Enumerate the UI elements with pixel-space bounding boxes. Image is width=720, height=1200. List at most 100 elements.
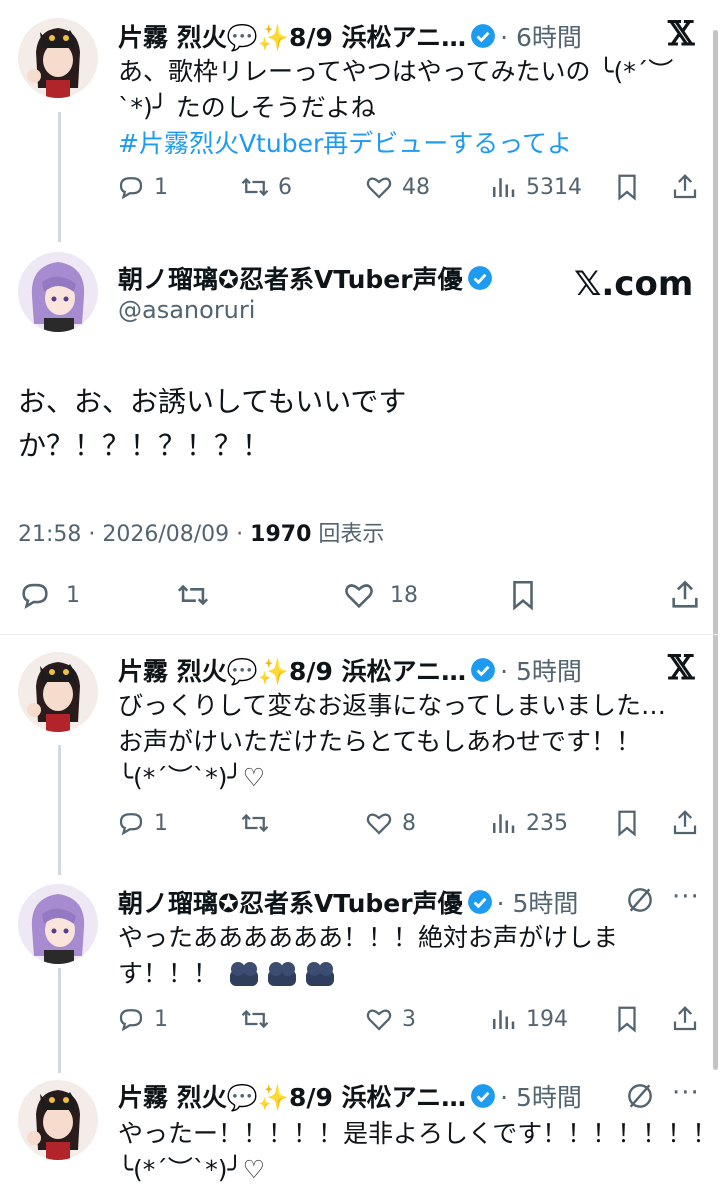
x-com-brand: 𝕏.com [574,264,694,304]
like-button[interactable]: 3 [364,1004,416,1034]
retweet-button[interactable] [240,808,270,838]
retweet-button[interactable]: 6 [240,172,292,202]
tweet-header: 片霧 烈火💬✨8/9 浜松アニ… · 5時間 [118,652,582,688]
reply-button[interactable]: 1 [18,578,80,612]
bookmark-button[interactable] [612,1004,642,1034]
verified-badge-icon [471,658,496,682]
more-options-icon[interactable]: ··· [672,882,700,912]
hashtag-link[interactable]: #片霧烈火Vtuber再デビューするってよ [118,126,673,162]
like-count: 8 [402,810,416,836]
avatar[interactable] [18,884,98,964]
tweet-text: やったああああああ！！！絶対お声がけしま す！！！ [118,923,619,988]
display-name[interactable]: 片霧 烈火💬✨8/9 浜松アニ… [118,1078,466,1114]
heart-icon [366,1009,392,1031]
retweet-button[interactable] [240,1004,270,1034]
reply-button[interactable]: 1 [116,172,168,202]
bookmark-icon [618,1006,636,1033]
share-icon [673,1006,697,1031]
grok-icon[interactable] [624,1080,656,1116]
tweet-time[interactable]: · 5時間 [497,884,579,920]
bookmark-icon [513,580,533,611]
retweet-button[interactable] [176,578,210,612]
views-button[interactable]: 235 [488,808,568,838]
reply-icon [119,177,143,200]
views-count: 194 [526,1006,568,1032]
views-count: 235 [526,810,568,836]
display-name[interactable]: 朝ノ瑠璃✪忍者系VTuber声優 [118,884,463,920]
tweet-header: 片霧 烈火💬✨8/9 浜松アニ… · 6時間 [118,18,582,54]
user-handle[interactable]: @asanoruri [118,296,255,324]
avatar[interactable] [18,1080,98,1160]
views-count: 5314 [526,174,582,200]
divider [0,634,720,635]
tweet-text: びっくりして変なお返事になってしまいました… お声がけいただけたらとてもしあわせ… [118,691,667,792]
reply-count: 1 [154,1006,168,1032]
reply-icon [119,1009,143,1032]
reply-icon [22,583,48,610]
reply-button[interactable]: 1 [116,1004,168,1034]
retweet-count: 6 [278,174,292,200]
scrollbar[interactable] [713,30,718,1070]
display-name[interactable]: 片霧 烈火💬✨8/9 浜松アニ… [118,18,466,54]
view-label: 回表示 [318,522,385,547]
grok-icon[interactable] [624,884,656,920]
share-button[interactable] [670,172,700,202]
tweet-text: あ、歌枠リレーってやつはやってみたいの ╰(*´︶ `*)╯ たのしそうだよね … [118,54,673,162]
tweet-time[interactable]: · 5時間 [500,652,582,688]
ninja-emoji-icon [228,960,336,988]
share-icon [673,174,697,199]
bookmark-icon [618,174,636,201]
reply-count: 1 [154,174,168,200]
tweet-time[interactable]: · 6時間 [500,18,582,54]
tweet-time[interactable]: · 5時間 [500,1078,582,1114]
like-button[interactable]: 48 [364,172,430,202]
retweet-icon [177,584,209,606]
retweet-icon [241,813,269,833]
thread-line [58,745,61,875]
avatar[interactable] [18,18,98,98]
like-count: 3 [402,1006,416,1032]
heart-icon [366,177,392,199]
share-icon [673,810,697,835]
share-button[interactable] [668,578,702,612]
views-icon [493,178,515,197]
reply-count: 1 [154,810,168,836]
like-count: 18 [390,582,418,608]
views-icon [493,814,515,833]
verified-badge-icon [467,890,492,914]
bookmark-button[interactable] [506,578,540,612]
x-logo-icon[interactable]: 𝕏 [668,648,694,688]
timestamp[interactable]: 21:58 · 2026/08/09 · [18,522,243,547]
bookmark-button[interactable] [612,172,642,202]
bookmark-button[interactable] [612,808,642,838]
tweet-meta: 21:58 · 2026/08/09 · 1970 回表示 [18,516,384,548]
verified-badge-icon [467,266,492,290]
share-button[interactable] [670,808,700,838]
thread-line [58,968,61,1073]
like-button[interactable]: 18 [342,578,418,612]
verified-badge-icon [471,24,496,48]
retweet-icon [241,1009,269,1029]
reply-count: 1 [66,582,80,608]
share-icon [672,580,698,608]
share-button[interactable] [670,1004,700,1034]
tweet-text: お、お、お誘いしてもいいです か？！？！？！？！ [18,385,407,462]
x-logo-icon[interactable]: 𝕏 [668,14,694,54]
like-count: 48 [402,174,430,200]
tweet-header: 朝ノ瑠璃✪忍者系VTuber声優 · 5時間 [118,884,578,920]
views-button[interactable]: 194 [488,1004,568,1034]
heart-icon [366,813,392,835]
heart-icon [345,584,373,609]
avatar[interactable] [18,652,98,732]
display-name[interactable]: 片霧 烈火💬✨8/9 浜松アニ… [118,652,466,688]
views-icon [493,1010,515,1029]
reply-button[interactable]: 1 [116,808,168,838]
avatar[interactable] [18,252,98,332]
like-button[interactable]: 8 [364,808,416,838]
display-name[interactable]: 朝ノ瑠璃✪忍者系VTuber声優 [118,260,463,296]
verified-badge-icon [471,1084,496,1108]
more-options-icon[interactable]: ··· [672,1078,700,1108]
retweet-icon [241,177,269,197]
views-button[interactable]: 5314 [488,172,582,202]
bookmark-icon [618,810,636,837]
